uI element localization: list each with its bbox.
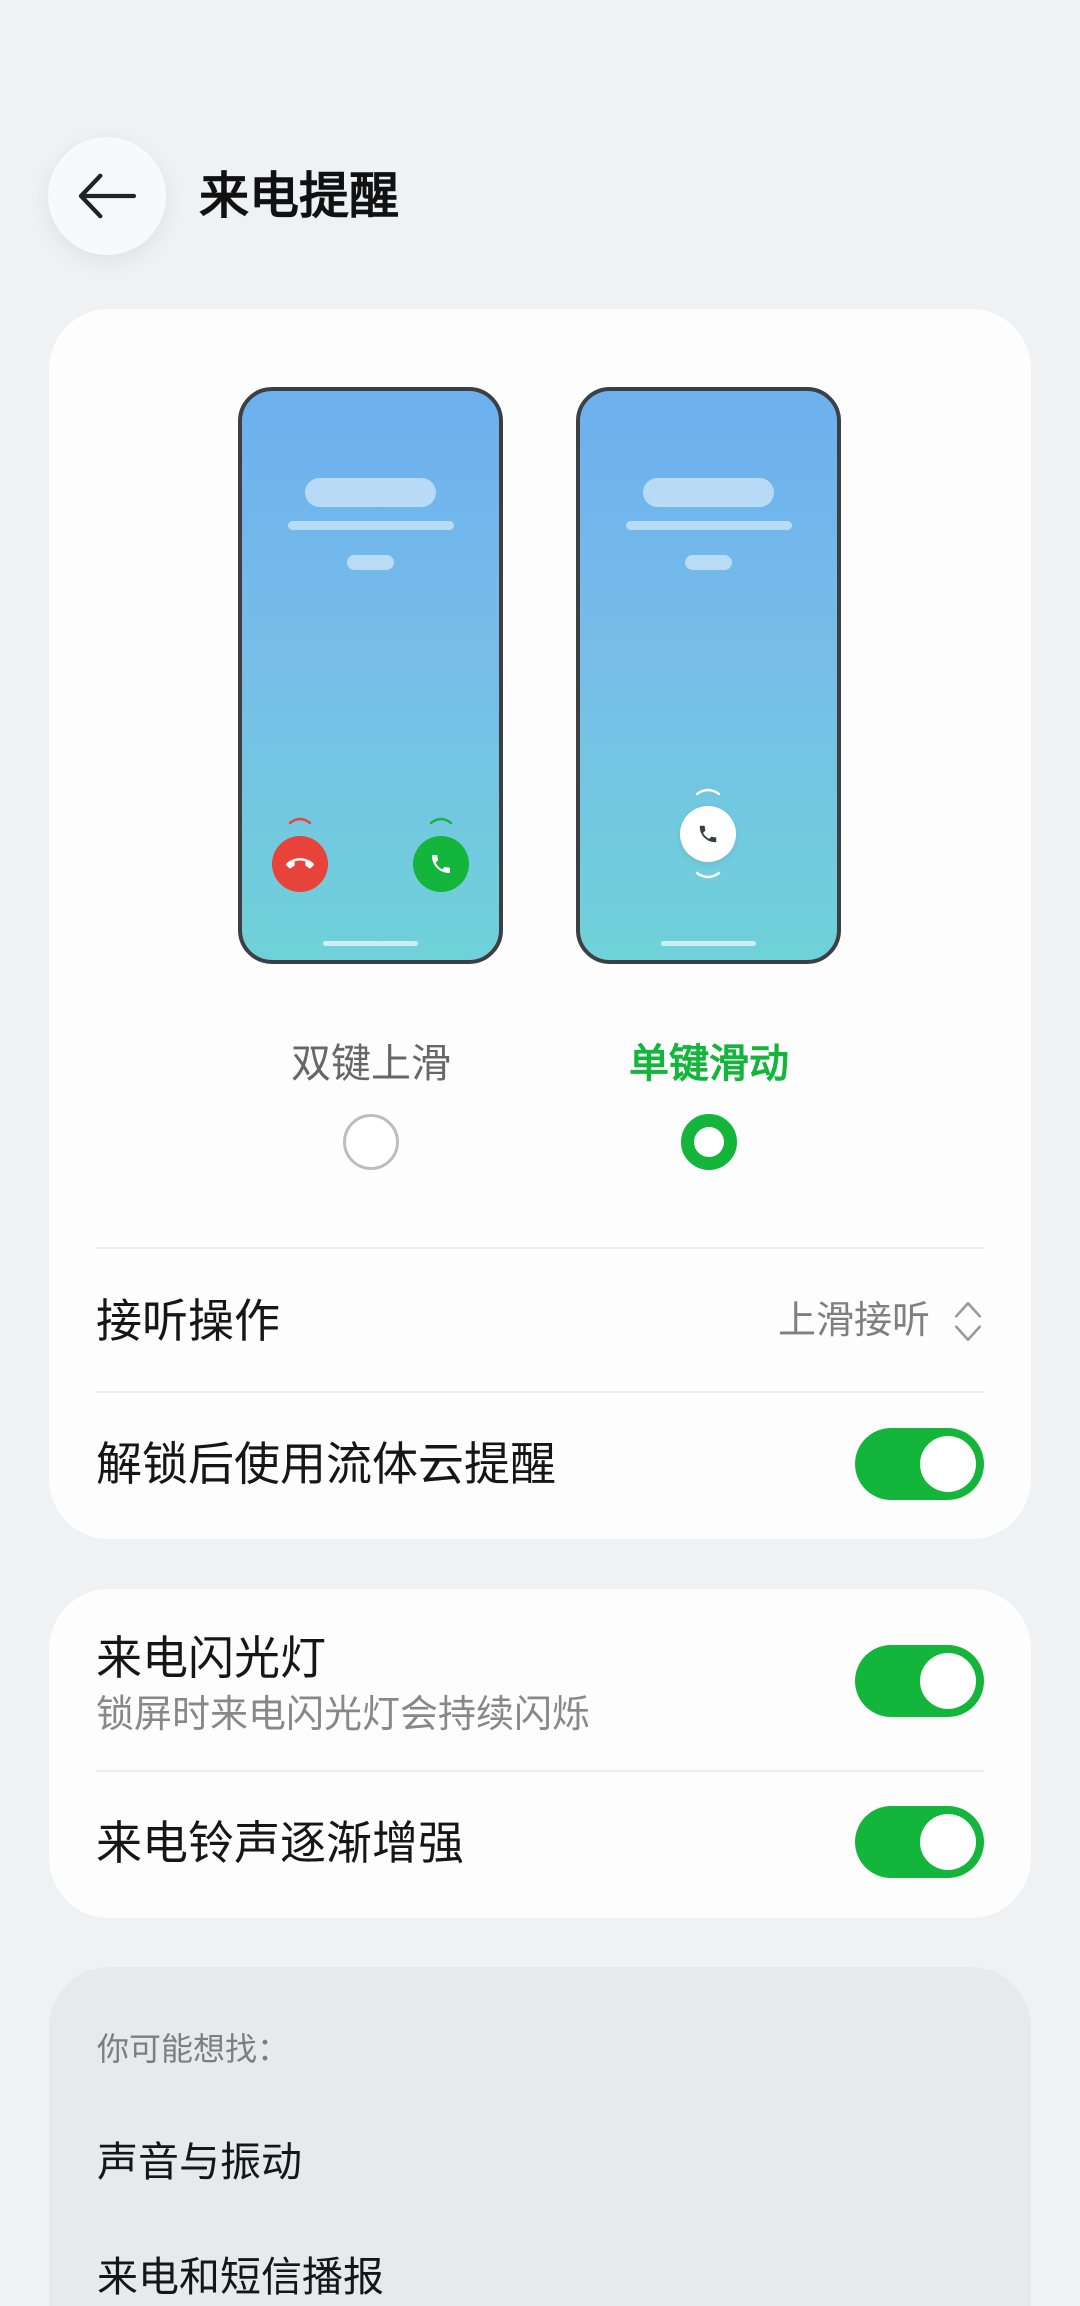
ringtone-fade-in-row: 来电铃声逐渐增强 bbox=[49, 1772, 1031, 1918]
caller-name-placeholder bbox=[643, 478, 774, 507]
option-label: 双键上滑 bbox=[291, 1042, 451, 1086]
caller-name-placeholder bbox=[305, 478, 436, 507]
home-indicator bbox=[323, 941, 418, 946]
answer-action-row[interactable]: 接听操作 上滑接听 bbox=[49, 1249, 1031, 1391]
call-flash-row: 来电闪光灯 锁屏时来电闪光灯会持续闪烁 bbox=[49, 1589, 1031, 1770]
slide-button-preview bbox=[680, 806, 736, 862]
single-button-preview bbox=[576, 387, 841, 964]
slide-up-hint-arc bbox=[695, 788, 721, 796]
fluid-cloud-toggle[interactable] bbox=[855, 1428, 984, 1500]
call-end-icon bbox=[286, 858, 314, 869]
radio-single-button-slide[interactable] bbox=[681, 1114, 737, 1170]
ringtone-fade-in-label: 来电铃声逐渐增强 bbox=[96, 1817, 464, 1869]
toggle-knob bbox=[920, 1814, 976, 1870]
answer-button-preview bbox=[413, 836, 469, 892]
answer-action-label: 接听操作 bbox=[96, 1295, 280, 1347]
arrow-left-icon bbox=[76, 171, 138, 221]
back-button[interactable] bbox=[48, 137, 166, 255]
suggestion-link-sound-vibration[interactable]: 声音与振动 bbox=[97, 2134, 302, 2190]
call-style-card: 双键上滑 单键滑动 接听操作 上滑接听 解锁后使用流体云提醒 bbox=[49, 309, 1031, 1539]
decline-swipe-hint-arc bbox=[288, 817, 312, 825]
answer-action-value: 上滑接听 bbox=[777, 1300, 930, 1342]
call-status-placeholder bbox=[347, 555, 394, 570]
call-flash-label: 来电闪光灯 bbox=[96, 1632, 326, 1684]
suggestions-heading: 你可能想找： bbox=[97, 2031, 290, 2067]
call-flash-toggle[interactable] bbox=[855, 1645, 984, 1717]
call-flash-description: 锁屏时来电闪光灯会持续闪烁 bbox=[96, 1694, 591, 1736]
toggle-knob bbox=[920, 1436, 976, 1492]
decline-button-preview bbox=[272, 836, 328, 892]
fluid-cloud-row: 解锁后使用流体云提醒 bbox=[49, 1393, 1031, 1539]
suggestions-card: 你可能想找： 声音与振动 来电和短信播报 bbox=[49, 1967, 1031, 2306]
radio-two-button-swipe[interactable] bbox=[343, 1114, 399, 1170]
two-button-preview bbox=[238, 387, 503, 964]
fluid-cloud-label: 解锁后使用流体云提醒 bbox=[96, 1438, 556, 1490]
call-status-placeholder bbox=[685, 555, 732, 570]
page-title: 来电提醒 bbox=[199, 168, 399, 224]
call-alert-card: 来电闪光灯 锁屏时来电闪光灯会持续闪烁 来电铃声逐渐增强 bbox=[49, 1589, 1031, 1918]
option-single-button-slide[interactable]: 单键滑动 bbox=[559, 387, 859, 1170]
call-icon bbox=[432, 855, 450, 873]
chevron-up-down-icon bbox=[952, 1298, 984, 1345]
caller-info-placeholder bbox=[626, 521, 792, 530]
slide-down-hint-arc bbox=[695, 871, 721, 879]
option-label: 单键滑动 bbox=[629, 1042, 789, 1086]
home-indicator bbox=[661, 941, 756, 946]
suggestion-link-call-sms-announce[interactable]: 来电和短信播报 bbox=[97, 2249, 384, 2305]
ringtone-fade-in-toggle[interactable] bbox=[855, 1806, 984, 1878]
answer-swipe-hint-arc bbox=[429, 817, 453, 825]
caller-info-placeholder bbox=[288, 521, 454, 530]
call-icon bbox=[699, 825, 717, 843]
toggle-knob bbox=[920, 1653, 976, 1709]
option-two-button-swipe[interactable]: 双键上滑 bbox=[221, 387, 521, 1170]
